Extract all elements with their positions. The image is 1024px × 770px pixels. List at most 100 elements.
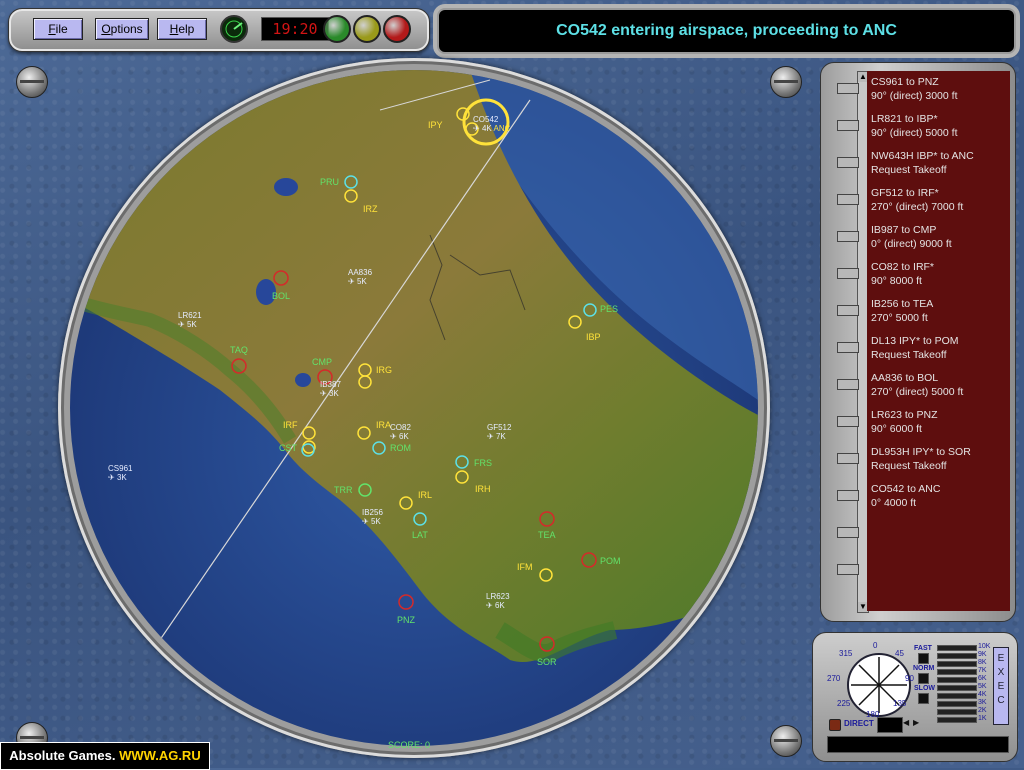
flight-tag-gf512[interactable]: GF512 ✈ 7K	[487, 423, 511, 441]
strip-item[interactable]: AA836 to BOL 270° (direct) 5000 ft	[871, 371, 963, 399]
radar-map[interactable]: IPY PRU IRZ BOL PES IBP TAQ CMP IRG IRF …	[70, 70, 758, 746]
strip-line2: Request Takeoff	[871, 349, 947, 361]
altitude-7k[interactable]	[937, 669, 977, 675]
left-arrow-icon[interactable]: ◀	[903, 718, 909, 727]
strip-slot[interactable]	[837, 231, 859, 242]
altitude-4k[interactable]	[937, 693, 977, 699]
flight-strip-panel: ▲ ▼ CS961 to PNZ 90° (direct) 3000 ft LR8…	[820, 62, 1016, 622]
strip-item[interactable]: IB987 to CMP 0° (direct) 9000 ft	[871, 223, 952, 251]
message-bar: CO542 entering airspace, proceeding to A…	[437, 8, 1016, 54]
yellow-status-light	[353, 15, 381, 43]
exec-button[interactable]: EXEC	[993, 647, 1009, 725]
strip-slot[interactable]	[837, 305, 859, 316]
speed-fast-button[interactable]	[918, 653, 929, 664]
speed-norm-label: NORM	[913, 665, 935, 672]
strip-item[interactable]: NW643H IBP* to ANC Request Takeoff	[871, 149, 974, 177]
strip-item[interactable]: IB256 to TEA 270° 5000 ft	[871, 297, 933, 325]
altitude-10k[interactable]	[937, 645, 977, 651]
command-panel: 0 45 90 135 180 225 270 315 FAST NORM SL…	[812, 632, 1018, 762]
direct-label: DIRECT	[844, 719, 874, 728]
flight-alt: ✈ 6K	[486, 601, 505, 610]
strip-slot[interactable]	[837, 379, 859, 390]
strip-line2: 0° (direct) 9000 ft	[871, 238, 952, 250]
strip-slot[interactable]	[837, 268, 859, 279]
strip-slot[interactable]	[837, 453, 859, 464]
flight-tag-cs961[interactable]: CS961 ✈ 3K	[108, 464, 132, 482]
strip-item[interactable]: CS961 to PNZ 90° (direct) 3000 ft	[871, 75, 958, 103]
altitude-label: 1K	[978, 715, 987, 722]
game-clock: 19:20	[261, 17, 329, 41]
right-arrow-icon[interactable]: ▶	[913, 718, 919, 727]
speed-slow-button[interactable]	[918, 693, 929, 704]
airport-label-pnz: PNZ	[397, 615, 415, 625]
heading-0[interactable]: 0	[873, 641, 877, 650]
flight-tag-lr621[interactable]: LR621 ✈ 5K	[178, 311, 202, 329]
strip-slot[interactable]	[837, 342, 859, 353]
flight-id: CO542	[473, 115, 499, 124]
help-menu-button[interactable]: Help	[157, 18, 207, 40]
strip-item[interactable]: CO542 to ANC 0° 4000 ft	[871, 482, 940, 510]
radar-mini-icon[interactable]	[220, 15, 248, 43]
altitude-2k[interactable]	[937, 709, 977, 715]
speed-norm-button[interactable]	[918, 673, 929, 684]
altitude-6k[interactable]	[937, 677, 977, 683]
strip-line1: AA836 to BOL	[871, 372, 939, 384]
airport-label-taq: TAQ	[230, 345, 248, 355]
strip-item[interactable]: DL953H IPY* to SOR Request Takeoff	[871, 445, 971, 473]
speed-fast-label: FAST	[914, 645, 932, 652]
flight-tag-ib387[interactable]: IB387 ✈ 3K	[320, 380, 341, 398]
flight-tag-co542[interactable]: CO542 ✈ 4K ANC	[473, 115, 510, 133]
altitude-8k[interactable]	[937, 661, 977, 667]
altitude-5k[interactable]	[937, 685, 977, 691]
heading-90[interactable]: 90	[905, 674, 914, 683]
strip-slot[interactable]	[837, 120, 859, 131]
heading-315[interactable]: 315	[839, 649, 852, 658]
airport-label-cst: CST	[279, 443, 297, 453]
strip-slot[interactable]	[837, 564, 859, 575]
airport-label-ibp: IBP	[586, 332, 601, 342]
strip-slot[interactable]	[837, 194, 859, 205]
flight-alt: ✈ 3K	[320, 389, 339, 398]
flight-tag-aa836[interactable]: AA836 ✈ 5K	[348, 268, 372, 286]
strip-slot[interactable]	[837, 527, 859, 538]
strip-item[interactable]: DL13 IPY* to POM Request Takeoff	[871, 334, 959, 362]
heading-225[interactable]: 225	[837, 699, 850, 708]
strip-slot[interactable]	[837, 416, 859, 427]
command-input[interactable]	[827, 736, 1009, 753]
radar-sweep-icon	[225, 20, 243, 38]
bolt-icon	[16, 66, 48, 98]
altitude-label: 8K	[978, 659, 987, 666]
airport-label-ifm: IFM	[517, 562, 533, 572]
flight-id: GF512	[487, 423, 512, 432]
flight-alt: ✈ 5K	[178, 320, 197, 329]
strip-item[interactable]: GF512 to IRF* 270° (direct) 7000 ft	[871, 186, 963, 214]
flight-tag-ib256[interactable]: IB256 ✈ 5K	[362, 508, 383, 526]
airport-label-bol: BOL	[272, 291, 291, 301]
options-menu-button[interactable]: Options	[95, 18, 149, 40]
strip-item[interactable]: CO82 to IRF* 90° 8000 ft	[871, 260, 934, 288]
altitude-label: 9K	[978, 651, 987, 658]
direct-toggle-icon[interactable]	[829, 719, 841, 731]
strip-slot[interactable]	[837, 83, 859, 94]
heading-135[interactable]: 135	[893, 699, 906, 708]
file-menu-button[interactable]: File	[33, 18, 83, 40]
altitude-label: 6K	[978, 675, 987, 682]
altitude-9k[interactable]	[937, 653, 977, 659]
flight-tag-lr623[interactable]: LR623 ✈ 6K	[486, 592, 510, 610]
strip-item[interactable]: LR623 to PNZ 90° 6000 ft	[871, 408, 938, 436]
strip-slot[interactable]	[837, 157, 859, 168]
altitude-1k[interactable]	[937, 717, 977, 723]
airport-label-sor: SOR	[537, 657, 557, 667]
strip-item[interactable]: LR821 to IBP* 90° (direct) 5000 ft	[871, 112, 958, 140]
heading-45[interactable]: 45	[895, 649, 904, 658]
heading-270[interactable]: 270	[827, 674, 840, 683]
flight-tag-co82[interactable]: CO82 ✈ 6K	[390, 423, 411, 441]
airport-label-lat: LAT	[412, 530, 428, 540]
message-text: CO542 entering airspace, proceeding to A…	[556, 22, 897, 39]
strip-slot[interactable]	[837, 490, 859, 501]
altitude-3k[interactable]	[937, 701, 977, 707]
help-menu-label: elp	[178, 22, 195, 36]
strip-line1: LR821 to IBP*	[871, 113, 938, 125]
altitude-label: 10K	[978, 643, 991, 650]
flight-alt: ✈ 4K ANC	[473, 124, 511, 133]
